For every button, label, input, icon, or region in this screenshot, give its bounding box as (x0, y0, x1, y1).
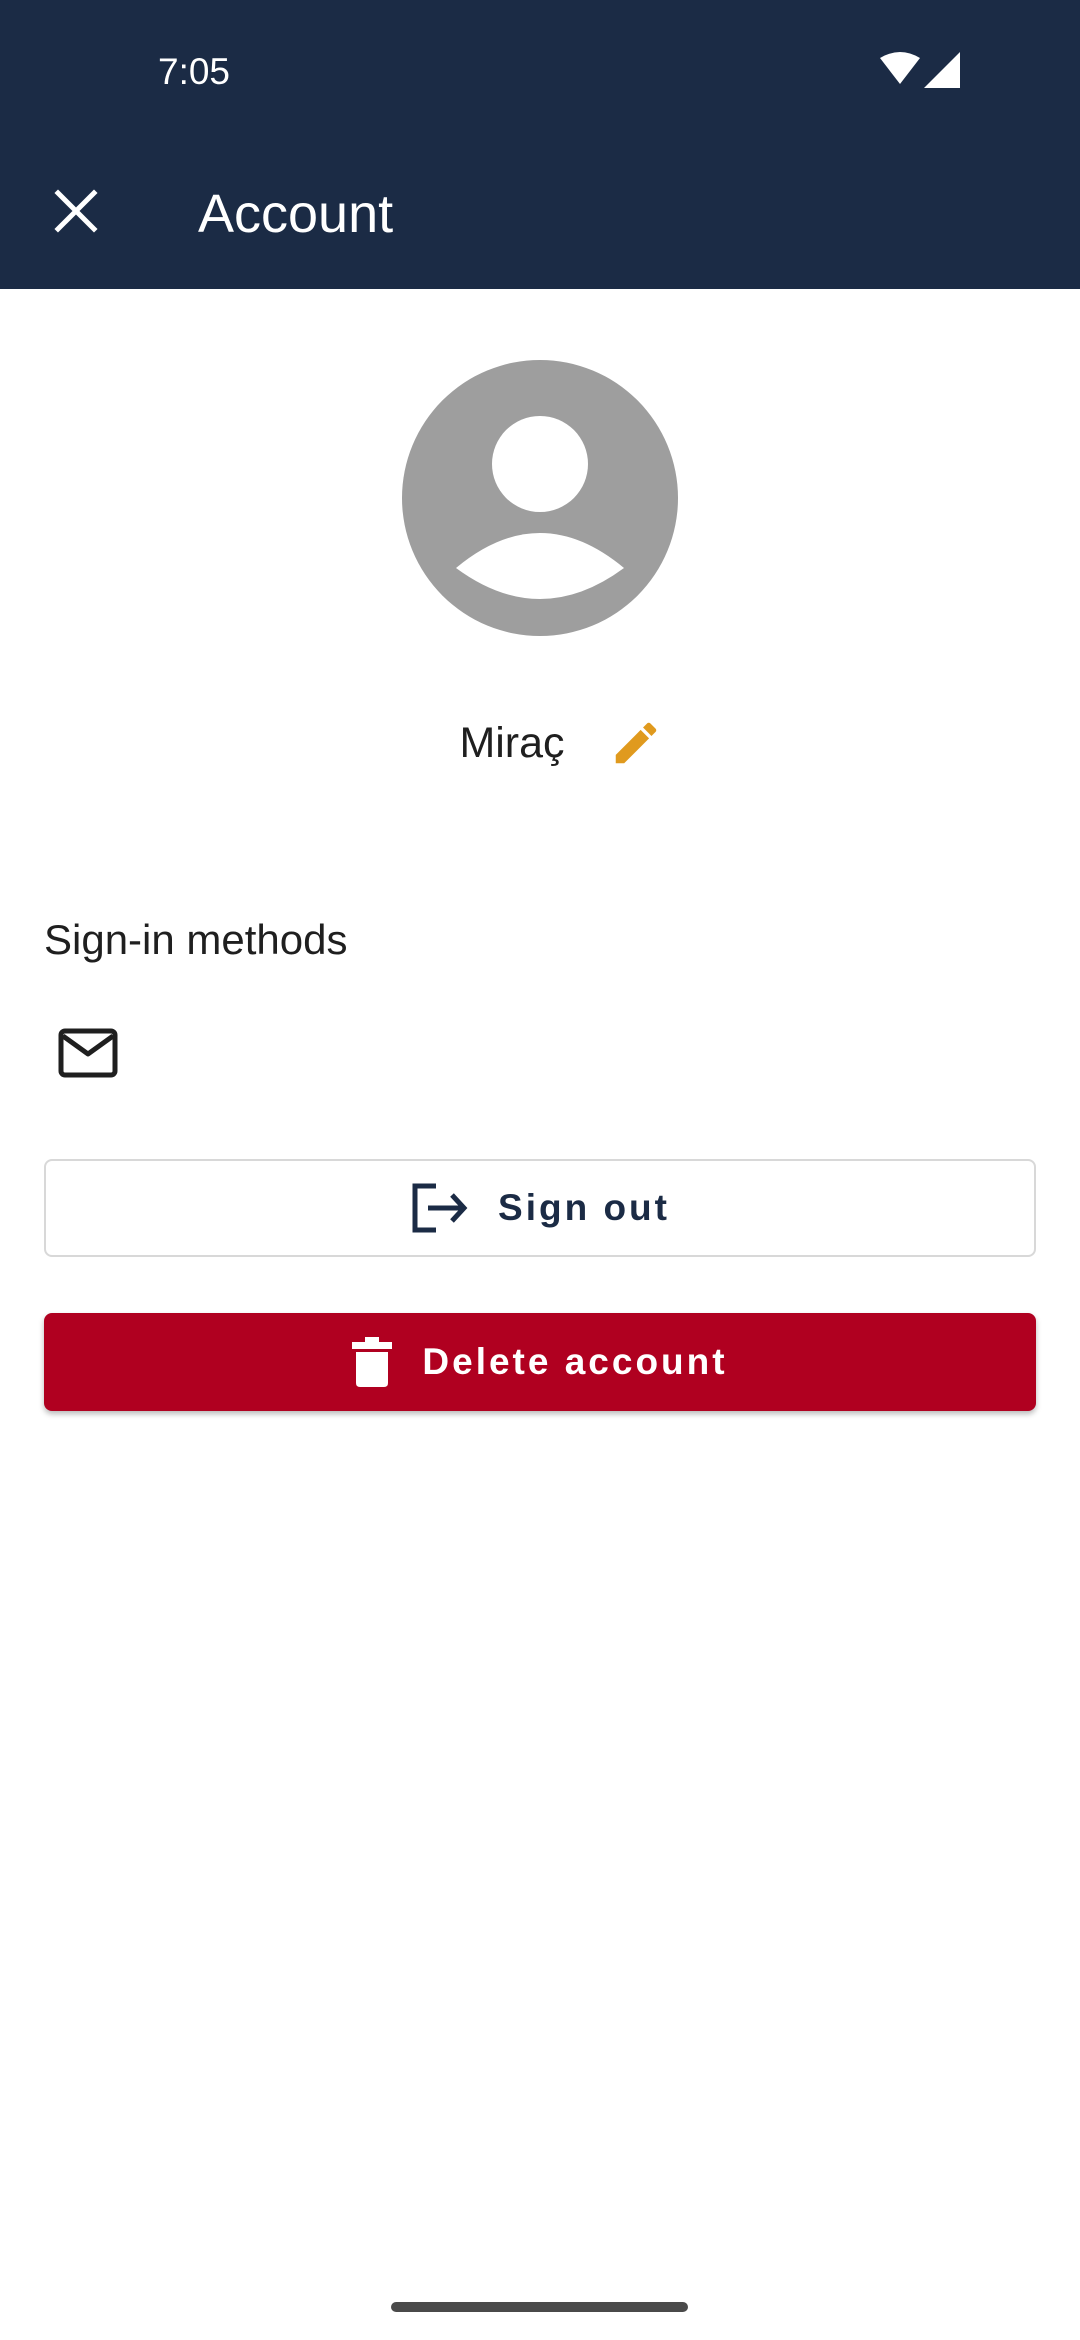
page-title: Account (198, 184, 394, 244)
email-icon (58, 1028, 118, 1078)
profile-name: Miraç (459, 719, 565, 767)
edit-name-button[interactable] (601, 708, 671, 778)
trash-icon (352, 1337, 393, 1387)
cellular-signal-icon (924, 52, 960, 88)
status-time: 7:05 (158, 51, 231, 92)
status-icons (880, 52, 960, 88)
close-icon (54, 189, 98, 233)
app-bar: 7:05 Account (0, 0, 1080, 289)
delete-account-button[interactable]: Delete account (44, 1313, 1036, 1411)
logout-icon (412, 1183, 468, 1233)
wifi-icon (880, 52, 920, 84)
sign-in-methods-title: Sign-in methods (44, 916, 348, 963)
account-circle-icon[interactable] (402, 360, 678, 636)
close-button[interactable] (40, 175, 112, 247)
home-indicator[interactable] (391, 2302, 688, 2312)
sign-out-label: Sign out (498, 1187, 670, 1228)
pencil-icon (615, 722, 656, 764)
delete-account-label: Delete account (422, 1341, 728, 1382)
profile-name-row: Miraç (0, 708, 1080, 778)
sign-out-button[interactable]: Sign out (44, 1159, 1036, 1257)
